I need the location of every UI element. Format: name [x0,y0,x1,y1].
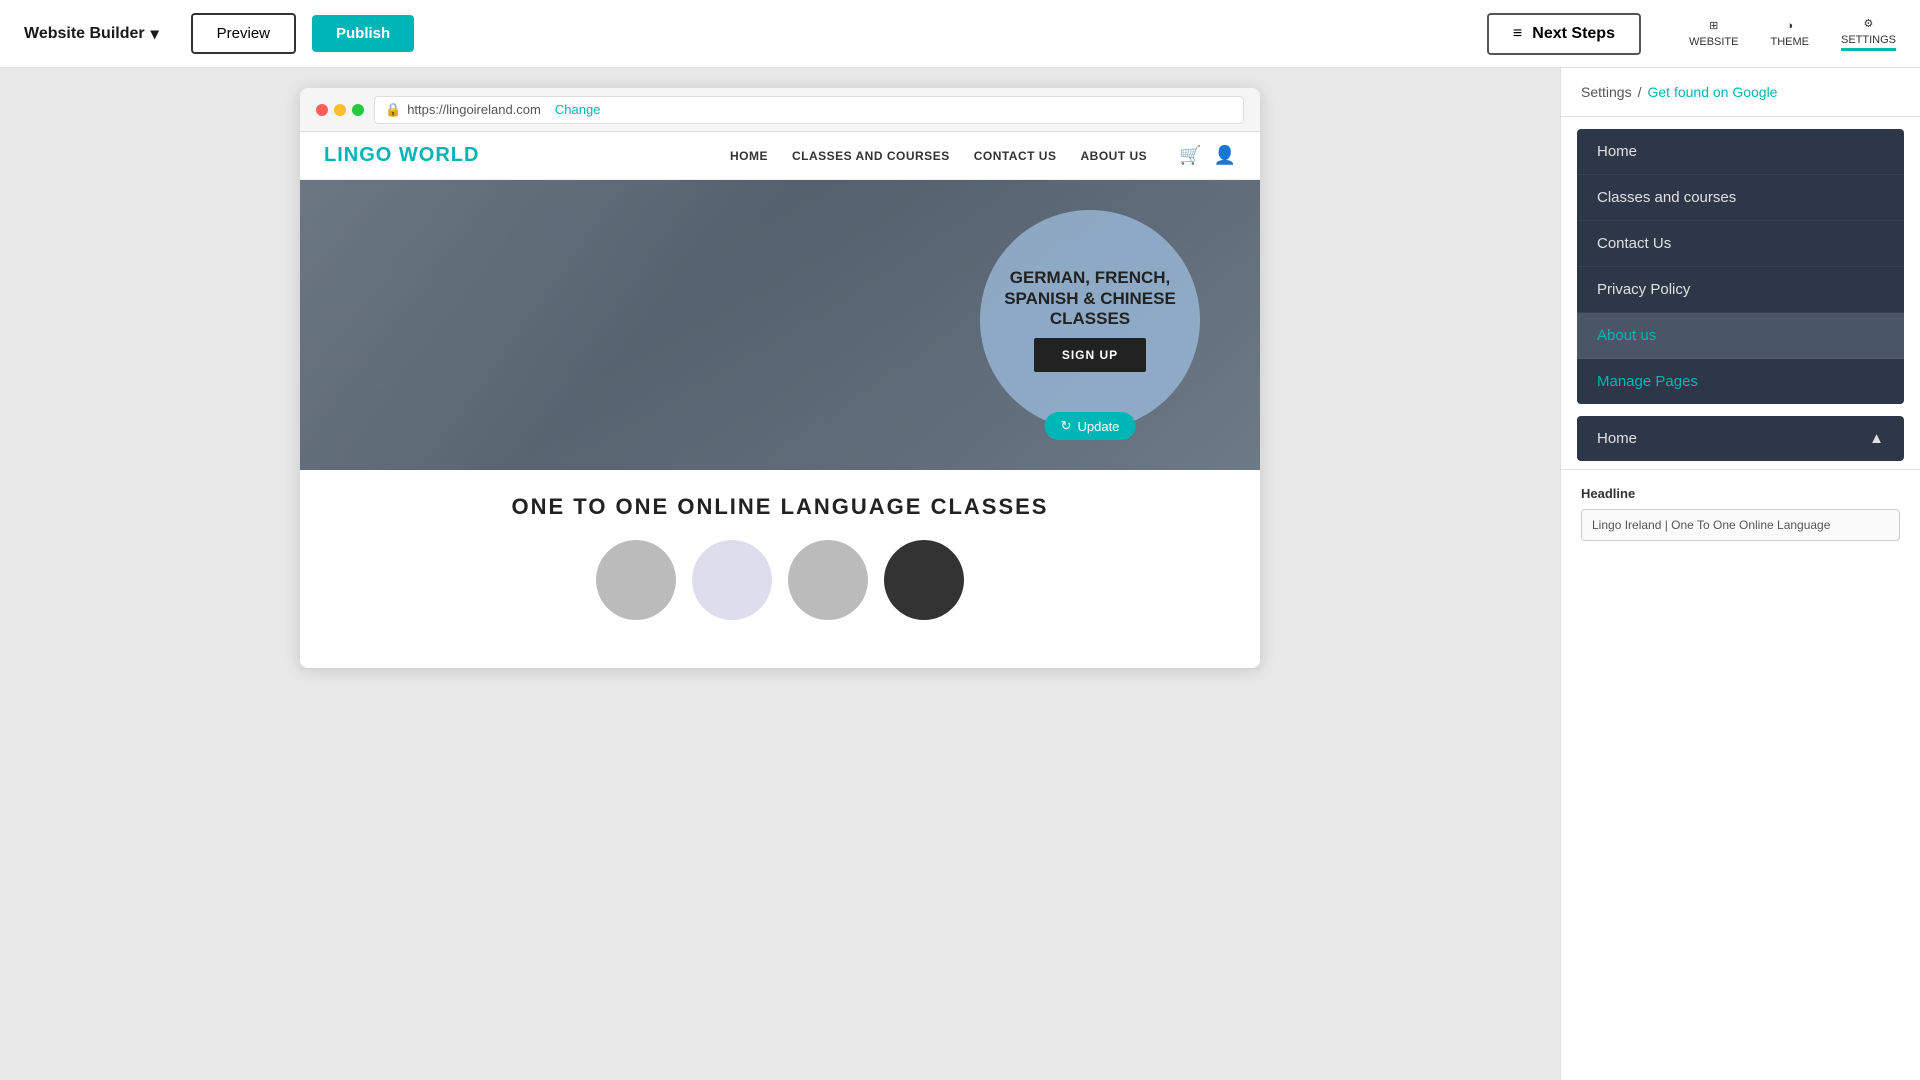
breadcrumb-current: Get found on Google [1647,84,1777,100]
brand-title[interactable]: Website Builder ▾ [24,24,159,44]
preview-button[interactable]: Preview [191,13,296,54]
url-text: https://lingoireland.com [407,102,541,117]
nav-links: HOME CLASSES AND COURSES CONTACT US ABOU… [730,149,1147,163]
classes-section: ONE TO ONE ONLINE LANGUAGE CLASSES [300,470,1260,644]
hero-circle: GERMAN, FRENCH, SPANISH & CHINESE CLASSE… [980,210,1200,430]
dot-yellow [334,104,346,116]
hero-circle-text: GERMAN, FRENCH, SPANISH & CHINESE CLASSE… [980,268,1200,329]
theme-icon: ◑ [1786,20,1793,32]
breadcrumb: Settings / Get found on Google [1581,84,1900,100]
avatar-4 [884,540,964,620]
main-layout: 🔒 https://lingoireland.com Change LINGO … [0,68,1920,1080]
hero-section: GERMAN, FRENCH, SPANISH & CHINESE CLASSE… [300,180,1260,470]
section-title: ONE TO ONE ONLINE LANGUAGE CLASSES [324,494,1236,520]
editor-toolbar: Website Builder ▾ Preview Publish ≡ Next… [0,0,1920,68]
theme-tab[interactable]: ◑ THEME [1770,20,1809,48]
site-nav: LINGO WORLD HOME CLASSES AND COURSES CON… [300,132,1260,180]
update-label: Update [1077,419,1119,434]
change-link[interactable]: Change [555,102,601,117]
menu-item-contact-label: Contact Us [1597,235,1671,252]
dot-red [316,104,328,116]
menu-item-privacy[interactable]: Privacy Policy [1577,267,1904,313]
pages-dropdown-menu: Home Classes and courses Contact Us Priv… [1577,129,1904,404]
breadcrumb-separator: / [1638,84,1642,100]
avatar-3 [788,540,868,620]
panel-header: Settings / Get found on Google [1561,68,1920,117]
headline-label: Headline [1581,486,1900,501]
chevron-up-icon: ▲ [1869,430,1884,447]
preview-area: 🔒 https://lingoireland.com Change LINGO … [0,68,1560,1080]
headline-input[interactable] [1581,509,1900,541]
brand-chevron-icon: ▾ [151,24,159,44]
dot-green [352,104,364,116]
nav-home[interactable]: HOME [730,149,768,163]
publish-button[interactable]: Publish [312,15,414,52]
next-steps-button[interactable]: ≡ Next Steps [1487,13,1641,55]
manage-pages-link[interactable]: Manage Pages [1577,359,1904,404]
manage-pages-label: Manage Pages [1597,373,1698,390]
menu-item-about-label: About us [1597,327,1656,344]
avatar-row [324,540,1236,620]
menu-item-about[interactable]: About us [1577,313,1904,359]
signup-button[interactable]: SIGN UP [1034,338,1146,372]
website-preview: 🔒 https://lingoireland.com Change LINGO … [300,88,1260,668]
brand-name: Website Builder [24,25,145,43]
next-steps-icon: ≡ [1513,25,1522,43]
settings-icon: ⚙ [1864,17,1874,30]
pages-section: Home ▲ [1577,416,1904,461]
theme-label: THEME [1770,36,1809,48]
browser-dots [316,104,364,116]
pages-header-label: Home [1597,430,1637,447]
menu-item-classes[interactable]: Classes and courses [1577,175,1904,221]
pages-header[interactable]: Home ▲ [1577,416,1904,461]
menu-item-classes-label: Classes and courses [1597,189,1736,206]
menu-item-home-label: Home [1597,143,1637,160]
update-badge[interactable]: ↻ Update [1045,412,1136,440]
hero-content: GERMAN, FRENCH, SPANISH & CHINESE CLASSE… [980,210,1200,430]
site-logo: LINGO WORLD [324,144,479,167]
right-panel: Settings / Get found on Google Home Clas… [1560,68,1920,1080]
address-bar: 🔒 https://lingoireland.com Change [374,96,1244,124]
website-label: WEBSITE [1689,36,1739,48]
menu-item-contact[interactable]: Contact Us [1577,221,1904,267]
website-tab[interactable]: ⊞ WEBSITE [1689,19,1739,48]
preview-chrome: 🔒 https://lingoireland.com Change [300,88,1260,132]
cart-icon[interactable]: 🛒 [1179,145,1201,166]
menu-item-home[interactable]: Home [1577,129,1904,175]
avatar-2 [692,540,772,620]
headline-section: Headline [1561,469,1920,557]
nav-icons: 🛒 👤 [1179,145,1236,166]
settings-label: SETTINGS [1841,34,1896,46]
website-icon: ⊞ [1709,19,1718,32]
avatar-1 [596,540,676,620]
nav-contact[interactable]: CONTACT US [974,149,1057,163]
menu-item-privacy-label: Privacy Policy [1597,281,1690,298]
settings-tab[interactable]: ⚙ SETTINGS [1841,17,1896,51]
next-steps-label: Next Steps [1532,25,1615,43]
nav-classes[interactable]: CLASSES AND COURSES [792,149,950,163]
user-icon[interactable]: 👤 [1214,145,1236,166]
breadcrumb-settings[interactable]: Settings [1581,84,1632,100]
lock-icon: 🔒 [385,102,401,118]
nav-about[interactable]: ABOUT US [1080,149,1147,163]
update-icon: ↻ [1061,418,1072,434]
editor-right-icons: ⊞ WEBSITE ◑ THEME ⚙ SETTINGS [1689,17,1896,51]
